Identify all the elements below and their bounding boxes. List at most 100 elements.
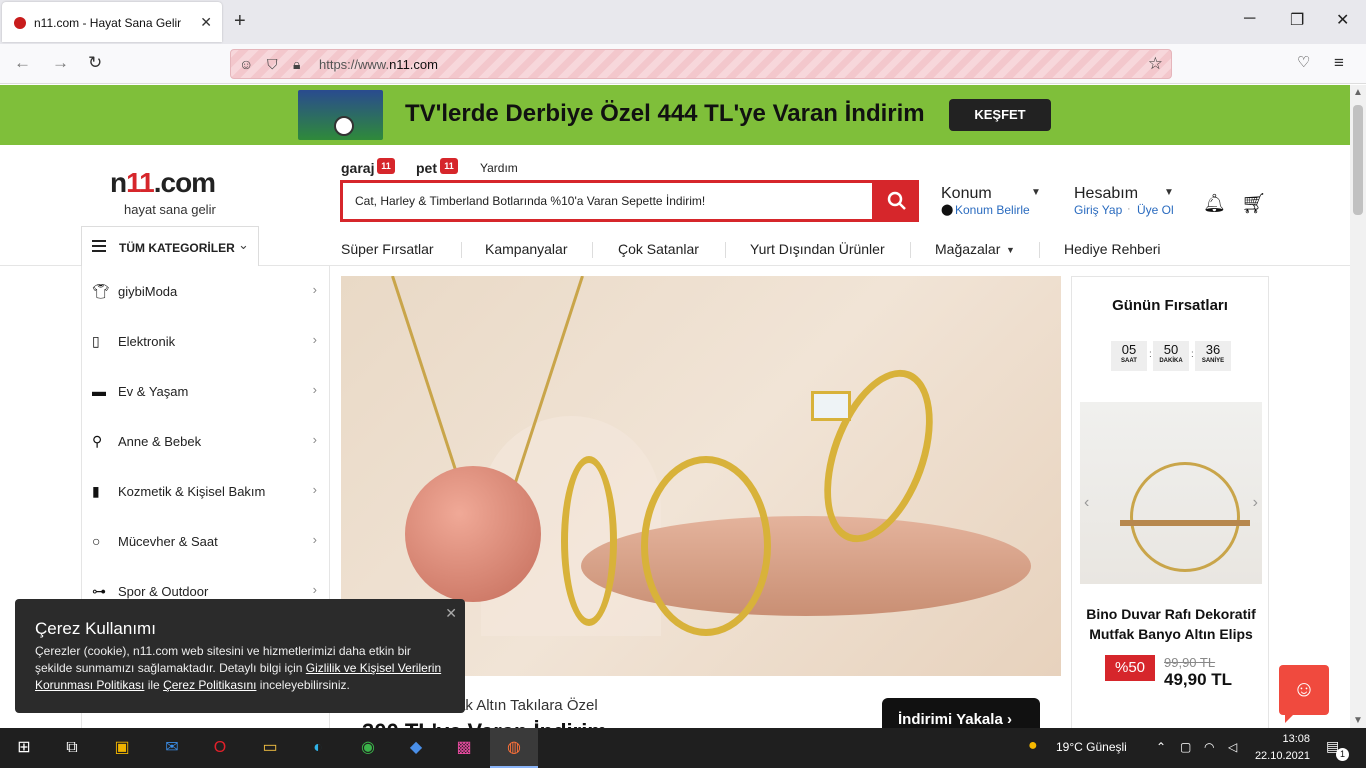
back-icon[interactable]: ← <box>14 53 31 73</box>
windows-start-icon[interactable]: ⊞ <box>12 736 36 760</box>
intellij-icon[interactable]: ▩ <box>452 736 476 760</box>
menu-divider <box>910 242 911 258</box>
minimize-icon[interactable]: ─ <box>1244 10 1255 28</box>
pet-link[interactable]: pet <box>416 160 437 176</box>
menu-divider <box>725 242 726 258</box>
page-scrollbar[interactable]: ▲ ▼ <box>1350 85 1366 728</box>
all-categories-button[interactable]: TÜM KATEGORİLER ⌄ <box>81 226 259 266</box>
wifi-icon[interactable]: ◠ <box>1204 740 1214 754</box>
sidebar-item-cosmetics[interactable]: ▮ Kozmetik & Kişisel Bakım › <box>82 466 329 516</box>
phone-icon: ▯ <box>92 333 100 349</box>
scroll-down-icon[interactable]: ▼ <box>1353 715 1363 726</box>
close-tab-icon[interactable]: ✕ <box>200 14 212 31</box>
sidebar-item-home[interactable]: ▬ Ev & Yaşam › <box>82 366 329 416</box>
sidebar-item-jewelry[interactable]: ○ Mücevher & Saat › <box>82 516 329 566</box>
account-title[interactable]: Hesabım <box>1074 185 1138 203</box>
meet-icon[interactable]: ▢ <box>1180 740 1191 754</box>
task-view-icon[interactable]: ⧉ <box>60 736 84 760</box>
opera-icon[interactable]: O <box>208 736 232 760</box>
hoop-earring <box>641 456 771 636</box>
mail-icon[interactable]: ✉ <box>160 736 184 760</box>
sidebar-item-label: Anne & Bebek <box>118 434 202 449</box>
login-link[interactable]: Giriş Yap <box>1074 203 1122 217</box>
scroll-up-icon[interactable]: ▲ <box>1353 87 1363 98</box>
pocket-icon[interactable]: ♡ <box>1297 53 1310 71</box>
app-icon[interactable]: ◆ <box>404 736 428 760</box>
discount-badge: %50 <box>1105 655 1155 681</box>
banner-discover-button[interactable]: KEŞFET <box>949 99 1051 131</box>
promo-banner[interactable]: TV'lerde Derbiye Özel 444 TL'ye Varan İn… <box>0 85 1350 145</box>
system-clock[interactable]: 13:08 22.10.2021 <box>1250 731 1310 765</box>
edge-icon[interactable]: ◐ <box>306 736 330 760</box>
sidebar-item-fashion[interactable]: 👕︎ giybiModa › <box>82 266 329 316</box>
chevron-right-icon: › <box>312 482 317 497</box>
forward-icon[interactable]: → <box>52 53 69 73</box>
site-logo[interactable]: n11.com <box>110 167 216 199</box>
menu-super-deals[interactable]: Süper Fırsatlar <box>341 241 434 257</box>
restore-icon[interactable]: ❐ <box>1290 10 1304 30</box>
chevron-right-icon[interactable]: › <box>1253 494 1258 512</box>
file-explorer-icon[interactable]: ▭ <box>258 736 282 760</box>
daily-deals-panel: Günün Fırsatları 05 SAAT : 50 DAKİKA : 36 S… <box>1071 276 1269 728</box>
menu-international[interactable]: Yurt Dışından Ürünler <box>750 241 885 257</box>
app-menu-icon[interactable]: ≡ <box>1334 53 1344 73</box>
sidebar-item-label: Kozmetik & Kişisel Bakım <box>118 484 266 499</box>
weather-text[interactable]: 19°C Güneşli <box>1056 740 1127 754</box>
chat-support-button[interactable]: ☺ <box>1279 665 1329 723</box>
chrome-icon[interactable]: ◉ <box>356 736 380 760</box>
lock-icon[interactable]: 🔒︎ <box>293 56 300 73</box>
countdown-separator: : <box>1149 349 1152 360</box>
volume-icon[interactable]: ◁ <box>1228 740 1237 754</box>
firefox-icon[interactable]: ◍ <box>490 728 538 768</box>
deal-product-image[interactable]: ‹ › <box>1080 402 1262 584</box>
promo-headline: 300 TL'ye Varan İndirim <box>362 719 607 728</box>
address-bar[interactable]: ☺ ⛉ 🔒︎ https://www.n11.com ☆ <box>230 49 1172 79</box>
smiley-icon: ☺ <box>1292 676 1316 701</box>
new-tab-icon[interactable]: + <box>234 10 246 33</box>
sidebar-item-electronics[interactable]: ▯ Elektronik › <box>82 316 329 366</box>
search-box[interactable] <box>340 180 875 222</box>
close-window-icon[interactable]: ✕ <box>1336 10 1349 30</box>
shelf-plank <box>1120 520 1250 526</box>
menu-campaigns[interactable]: Kampanyalar <box>485 241 568 257</box>
notification-count-badge: 1 <box>1336 748 1349 761</box>
url-text[interactable]: https://www.n11.com <box>319 57 438 72</box>
chevron-left-icon[interactable]: ‹ <box>1084 494 1089 512</box>
countdown-separator: : <box>1191 349 1194 360</box>
browser-tab[interactable]: n11.com - Hayat Sana Gelir ✕ <box>2 2 222 42</box>
sidebar-item-label: Mücevher & Saat <box>118 534 218 549</box>
chevron-right-icon: › <box>312 582 317 597</box>
location-set-link[interactable]: Konum Belirle <box>955 203 1030 217</box>
chevron-right-icon: › <box>312 282 317 297</box>
bottle-icon: ▮ <box>92 483 100 499</box>
cart-icon[interactable]: 🛒︎ <box>1241 191 1266 216</box>
menu-stores[interactable]: Mağazalar <box>935 241 1000 257</box>
search-button[interactable] <box>875 180 919 222</box>
store-icon[interactable]: ▣ <box>110 736 134 760</box>
windows-taskbar: ⊞ ⧉ ▣ ✉ O ▭ ◐ ◉ ◆ ▩ ◍ ● 19°C Güneşli ⌃ ▢… <box>0 728 1366 768</box>
menu-bestsellers[interactable]: Çok Satanlar <box>618 241 699 257</box>
shield-icon[interactable]: ⛉ <box>267 56 278 73</box>
reload-icon[interactable]: ↻ <box>88 53 102 73</box>
hamburger-icon <box>92 240 106 252</box>
bookmark-star-icon[interactable]: ☆ <box>1148 54 1163 74</box>
location-title[interactable]: Konum <box>941 185 992 203</box>
search-icon <box>887 191 906 210</box>
cookie-policy-link[interactable]: Çerez Politikasını <box>163 678 256 692</box>
deal-product-name[interactable]: Bino Duvar Rafı Dekoratif Mutfak Banyo A… <box>1078 604 1264 644</box>
search-input[interactable] <box>343 183 872 219</box>
close-icon[interactable]: ✕ <box>445 605 457 622</box>
tracking-icon[interactable]: ☺ <box>239 56 253 72</box>
help-link[interactable]: Yardım <box>480 161 518 175</box>
signup-link[interactable]: Üye Ol <box>1137 203 1174 217</box>
tray-chevron-icon[interactable]: ⌃ <box>1156 740 1166 754</box>
sidebar-item-baby[interactable]: ⚲ Anne & Bebek › <box>82 416 329 466</box>
scrollbar-thumb[interactable] <box>1353 105 1363 215</box>
banner-text: TV'lerde Derbiye Özel 444 TL'ye Varan İn… <box>405 100 925 127</box>
all-categories-label: TÜM KATEGORİLER <box>119 241 235 255</box>
menu-gift-guide[interactable]: Hediye Rehberi <box>1064 241 1161 257</box>
garaj-link[interactable]: garaj <box>341 160 374 176</box>
promo-cta-button[interactable]: İndirimi Yakala › <box>882 698 1040 728</box>
notification-bell-icon[interactable]: 🔔︎ <box>1203 193 1226 214</box>
pet-badge: 11 <box>440 158 458 174</box>
